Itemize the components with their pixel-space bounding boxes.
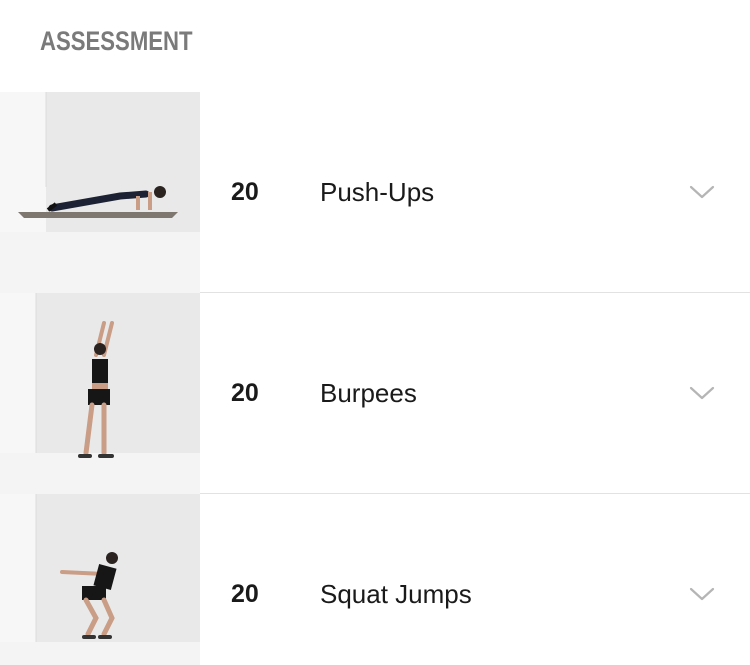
exercise-row-push-ups[interactable]: 20 Push-Ups — [0, 92, 750, 293]
exercise-name: Burpees — [320, 378, 417, 408]
exercise-list: 20 Push-Ups 20 Burpees 20 Squat Jumps — [0, 92, 750, 665]
exercise-thumbnail — [0, 92, 200, 293]
exercise-name: Squat Jumps — [320, 579, 472, 609]
exercise-thumbnail — [0, 293, 200, 494]
chevron-down-icon[interactable] — [688, 180, 716, 204]
chevron-down-icon[interactable] — [688, 582, 716, 606]
exercise-row-squat-jumps[interactable]: 20 Squat Jumps — [0, 494, 750, 665]
chevron-down-icon[interactable] — [688, 381, 716, 405]
reps-count: 20 — [231, 580, 259, 608]
section-title: ASSESSMENT — [40, 26, 193, 56]
reps-count: 20 — [231, 178, 259, 206]
header: ASSESSMENT — [0, 0, 750, 92]
exercise-thumbnail — [0, 494, 200, 665]
exercise-name: Push-Ups — [320, 177, 435, 207]
reps-count: 20 — [231, 379, 259, 407]
exercise-row-burpees[interactable]: 20 Burpees — [0, 293, 750, 494]
